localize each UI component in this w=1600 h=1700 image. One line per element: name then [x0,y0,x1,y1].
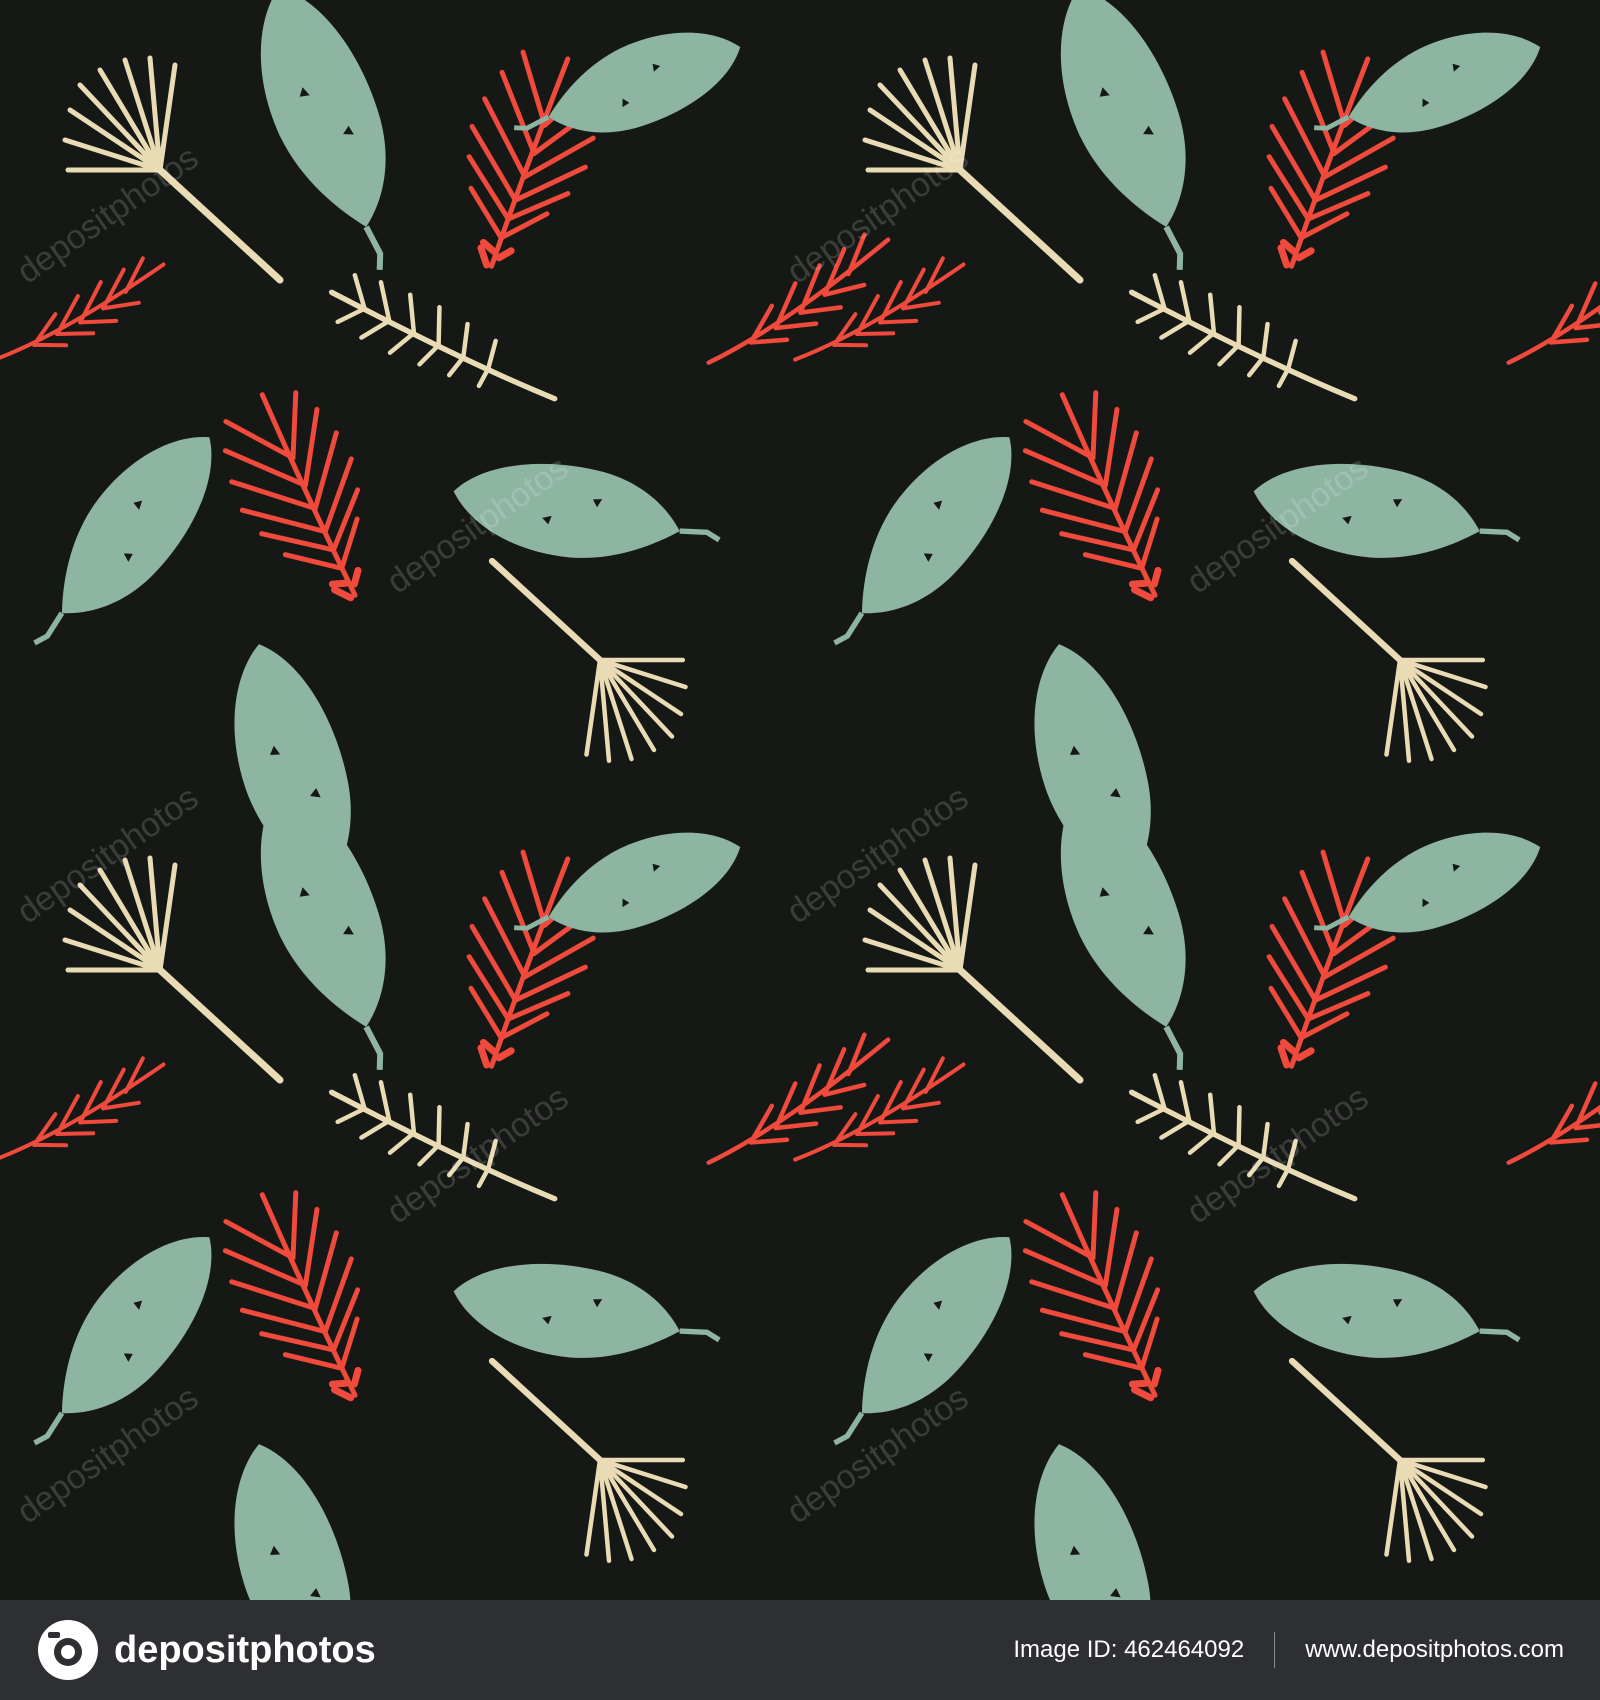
brand-name: depositphotos [114,1628,376,1671]
footer-bar: depositphotos Image ID: 462464092 www.de… [0,1600,1600,1700]
camera-logo-icon [38,1620,98,1680]
image-id-label: Image ID: 462464092 [1013,1636,1245,1663]
pattern-canvas: depositphotos depositphotos depositphoto… [0,0,1600,1600]
footer-divider [1274,1632,1276,1668]
site-url-link[interactable]: www.depositphotos.com [1305,1636,1564,1664]
tropical-leaf-pattern [0,0,1600,1600]
footer-info: Image ID: 462464092 www.depositphotos.co… [1013,1632,1564,1668]
brand-logo[interactable]: depositphotos [36,1618,376,1682]
